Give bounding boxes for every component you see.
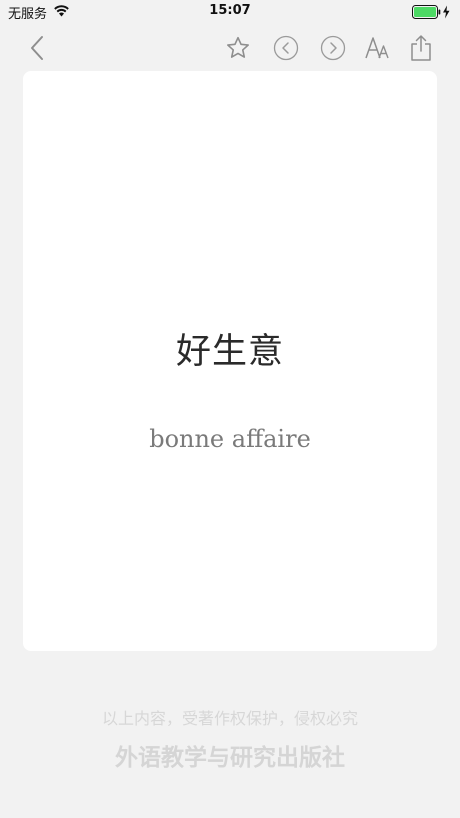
circle-chevron-left-icon (273, 35, 299, 61)
battery-icon (412, 5, 450, 19)
star-icon (227, 36, 249, 58)
previous-entry-button[interactable] (266, 28, 306, 68)
entry-translation: bonne affaire (149, 425, 311, 453)
circle-chevron-right-icon (320, 35, 346, 61)
entry-term: 好生意 (175, 332, 284, 372)
font-size-icon (365, 37, 389, 59)
back-button[interactable] (18, 28, 58, 68)
next-entry-button[interactable] (313, 28, 353, 68)
copyright-notice: 以上内容，受著作权保护，侵权必究 (101, 709, 358, 728)
chevron-left-icon (31, 36, 43, 60)
status-time: 15:07 (209, 3, 251, 18)
status-bar: 无服务 15:07 (0, 0, 460, 24)
screen: 无服务 15:07 好生意 bonne affaire 以上内容，受著作权保护，… (0, 0, 460, 818)
share-icon (411, 35, 431, 61)
font-size-button[interactable] (358, 28, 398, 68)
share-button[interactable] (401, 28, 441, 68)
toolbar (0, 28, 460, 68)
entry-card: 好生意 bonne affaire (23, 71, 437, 651)
favorite-button[interactable] (218, 28, 258, 68)
publisher-name: 外语教学与研究出版社 (115, 745, 345, 771)
